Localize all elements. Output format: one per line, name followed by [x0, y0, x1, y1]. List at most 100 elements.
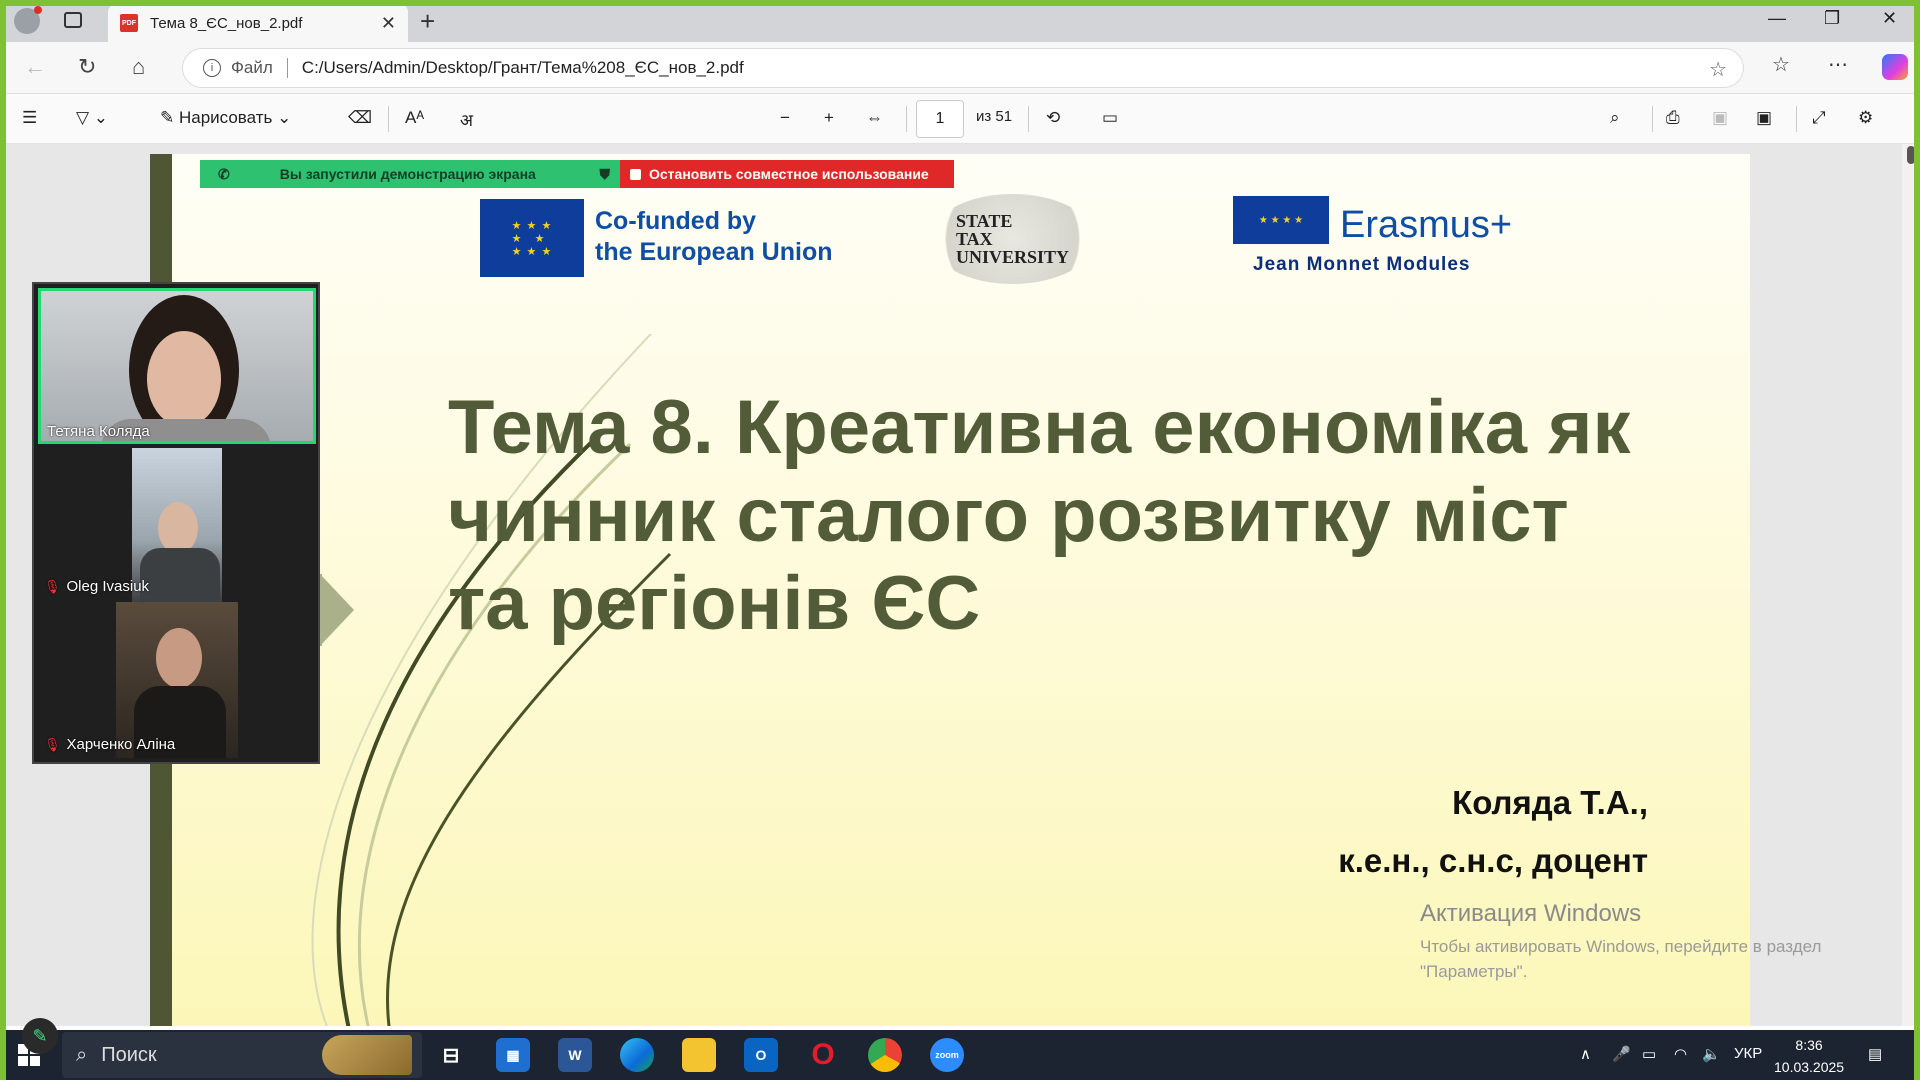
shield-icon: ⛊	[599, 165, 611, 182]
tray-expand-icon[interactable]: ∧	[1580, 1045, 1591, 1063]
contents-icon[interactable]: ☰	[22, 108, 37, 128]
divider	[1028, 106, 1029, 132]
notification-dot	[34, 6, 42, 14]
participant-shoulders	[140, 548, 220, 602]
title-line-3: та регіонів ЄС	[448, 561, 981, 646]
translate-icon[interactable]: अ	[460, 108, 473, 131]
print-icon[interactable]: ⎙	[1666, 108, 1680, 128]
author-name: Коляда Т.А.,	[1452, 784, 1648, 821]
url-text: C:/Users/Admin/Desktop/Грант/Тема%208_ЄС…	[301, 58, 744, 77]
title-line-2: чинник сталого розвитку міст	[448, 473, 1569, 558]
highlight-icon[interactable]: ▽ ⌄	[76, 108, 108, 128]
title-line-1: Тема 8. Креативна економіка як	[448, 385, 1631, 470]
mic-muted-icon: 🎙	[44, 737, 61, 752]
battery-icon[interactable]: ▭	[1642, 1045, 1656, 1063]
favorites-icon[interactable]: ☆	[1772, 52, 1790, 77]
erasmus-text: Erasmus+	[1340, 204, 1513, 246]
page-number-input[interactable]: 1	[916, 100, 964, 138]
word-app-icon[interactable]: W	[558, 1038, 592, 1072]
video-panel[interactable]: Тетяна Коляда 🎙 Oleg Ivasiuk 🎙 Харченко Ал…	[32, 282, 320, 764]
save-icon[interactable]: ▣	[1712, 108, 1728, 128]
stop-sharing-button[interactable]: Остановить совместное использование	[620, 160, 954, 188]
zoom-app-icon[interactable]: zoom	[930, 1038, 964, 1072]
network-icon[interactable]: ◠	[1674, 1045, 1687, 1063]
sharing-text: Вы запустили демонстрацию экрана	[279, 166, 536, 182]
clock-date: 10.03.2025	[1774, 1059, 1845, 1075]
new-tab-icon[interactable]: +	[420, 6, 435, 37]
mic-muted-icon: 🎙	[44, 579, 61, 594]
eu-cofunded-text: Co-funded by the European Union	[595, 206, 833, 268]
back-icon[interactable]: ←	[24, 54, 46, 80]
participant-name: Тетяна Коляда	[47, 423, 150, 440]
minimize-icon[interactable]: —	[1768, 8, 1786, 29]
search-icon[interactable]: ⌕	[1610, 108, 1620, 128]
fit-width-icon[interactable]: ⇔	[866, 108, 883, 128]
restore-icon[interactable]: ❐	[1824, 8, 1840, 29]
home-icon[interactable]: ⌂	[132, 54, 145, 80]
microphone-icon[interactable]: 🎤	[1612, 1045, 1631, 1063]
store-app-icon[interactable]: ▦	[496, 1038, 530, 1072]
activation-title: Активация Windows	[1420, 900, 1642, 927]
erasmus-flag-logo: ★ ★ ★ ★	[1233, 196, 1329, 244]
zoom-out-icon[interactable]: −	[780, 108, 790, 128]
refresh-icon[interactable]: ↻	[78, 54, 96, 80]
tab-bar: PDF Тема 8_ЄС_нов_2.pdf ✕ + — ❐ ✕	[0, 0, 1920, 42]
activation-line-2: "Параметры".	[1420, 962, 1528, 981]
stu-line-3: UNIVERSITY	[955, 247, 1070, 267]
outlook-app-icon[interactable]: O	[744, 1038, 778, 1072]
participant-label-3: 🎙 Харченко Аліна	[44, 736, 175, 753]
clock[interactable]: 8:36 10.03.2025	[1774, 1034, 1844, 1078]
scrollbar[interactable]	[1902, 144, 1920, 1026]
author-degree: к.е.н., с.н.с, доцент	[1338, 842, 1648, 879]
draw-button[interactable]: ✎ Нарисовать ⌄	[160, 108, 291, 128]
participant-face	[158, 502, 198, 554]
annotate-pen-icon[interactable]: ✎	[22, 1018, 58, 1054]
jean-monnet-text: Jean Monnet Modules	[1253, 254, 1471, 275]
stu-line-2: TAX	[955, 229, 993, 249]
scrollbar-thumb[interactable]	[1907, 146, 1915, 164]
participant-video-1[interactable]: Тетяна Коляда	[38, 288, 316, 444]
read-aloud-icon[interactable]: Aᴬ	[405, 108, 424, 128]
chrome-app-icon[interactable]	[868, 1038, 902, 1072]
rotate-icon[interactable]: ⟲	[1046, 108, 1060, 128]
divider	[1652, 106, 1653, 132]
divider	[286, 58, 288, 78]
profile-avatar[interactable]	[14, 6, 42, 34]
edge-app-icon[interactable]	[620, 1038, 654, 1072]
eraser-icon[interactable]: ⌫	[348, 108, 372, 128]
address-bar: ← ↻ ⌂ i Файл C:/Users/Admin/Desktop/Гран…	[0, 42, 1920, 94]
file-label: Файл	[231, 58, 273, 77]
page-view-icon[interactable]: ▭	[1102, 108, 1118, 128]
close-window-icon[interactable]: ✕	[1882, 8, 1897, 29]
close-tab-icon[interactable]: ✕	[381, 13, 396, 34]
divider	[906, 106, 907, 132]
file-explorer-icon[interactable]	[682, 1038, 716, 1072]
favorite-star-icon[interactable]: ☆	[1709, 57, 1727, 82]
language-indicator[interactable]: УКР	[1734, 1045, 1762, 1062]
tab-actions-icon[interactable]	[64, 12, 82, 28]
more-icon[interactable]: ⋯	[1828, 52, 1848, 77]
opera-app-icon[interactable]: O	[806, 1038, 840, 1072]
taskbar: ⌕ Поиск ⊟ ▦ W O O zoom ∧ 🎤 ▭ ◠ 🔈 УКР 8:3…	[0, 1030, 1920, 1080]
zoom-in-icon[interactable]: +	[824, 108, 834, 128]
slide-title: Тема 8. Креативна економіка як чинник ст…	[448, 384, 1688, 648]
drag-handle-icon[interactable]: ✆	[218, 166, 230, 183]
info-icon[interactable]: i	[203, 59, 221, 77]
copilot-icon[interactable]	[1882, 54, 1908, 80]
clock-time: 8:36	[1795, 1037, 1823, 1053]
draw-label: Нарисовать	[178, 108, 273, 127]
page-total: из 51	[976, 108, 1013, 125]
volume-icon[interactable]: 🔈	[1702, 1045, 1721, 1063]
url-field[interactable]: i Файл C:/Users/Admin/Desktop/Грант/Тема…	[182, 48, 1744, 88]
save-as-icon[interactable]: ▣	[1756, 108, 1772, 128]
sharing-indicator: ✆ Вы запустили демонстрацию экрана ⛊	[200, 160, 620, 188]
fullscreen-icon[interactable]: ⤢	[1812, 108, 1826, 128]
taskbar-search[interactable]: ⌕ Поиск	[62, 1032, 422, 1078]
settings-icon[interactable]: ⚙	[1858, 108, 1873, 128]
divider	[388, 106, 389, 132]
task-view-icon[interactable]: ⊟	[434, 1038, 468, 1072]
tab-pdf[interactable]: PDF Тема 8_ЄС_нов_2.pdf ✕	[108, 4, 408, 42]
notifications-icon[interactable]: ▤	[1868, 1045, 1882, 1063]
participant-name: Харченко Аліна	[66, 736, 176, 753]
participant-video-3[interactable]	[116, 602, 238, 758]
